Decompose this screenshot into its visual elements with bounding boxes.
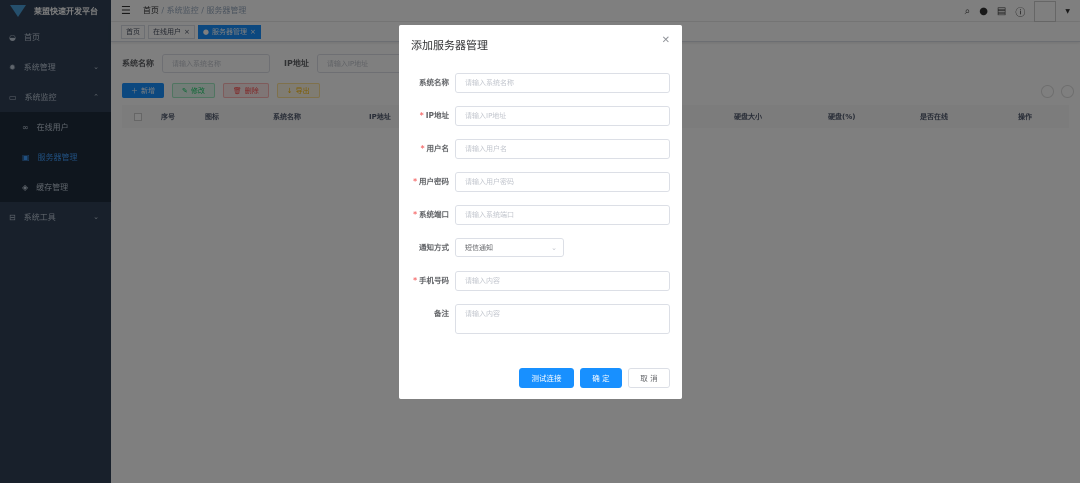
remark-textarea[interactable]: 请输入内容 [455,304,670,334]
test-connection-button[interactable]: 测试连接 [519,368,574,388]
ip-input[interactable]: 请输入IP地址 [455,106,670,126]
system-name-input[interactable]: 请输入系统名称 [455,73,670,93]
confirm-button[interactable]: 确 定 [580,368,622,388]
username-input[interactable]: 请输入用户名 [455,139,670,159]
phone-input[interactable]: 请输入内容 [455,271,670,291]
dialog-title: 添加服务器管理 [411,39,488,52]
cancel-button[interactable]: 取 消 [628,368,670,388]
add-server-dialog: 添加服务器管理 ✕ 系统名称 请输入系统名称 * IP地址 请输入IP地址 * 用户名请… [399,25,682,399]
close-icon[interactable]: ✕ [662,35,670,46]
chevron-down-icon: ⌄ [551,243,557,252]
port-input[interactable]: 请输入系统端口 [455,205,670,225]
notify-method-select[interactable]: 短信通知 ⌄ [455,238,564,257]
password-input[interactable]: 请输入用户密码 [455,172,670,192]
